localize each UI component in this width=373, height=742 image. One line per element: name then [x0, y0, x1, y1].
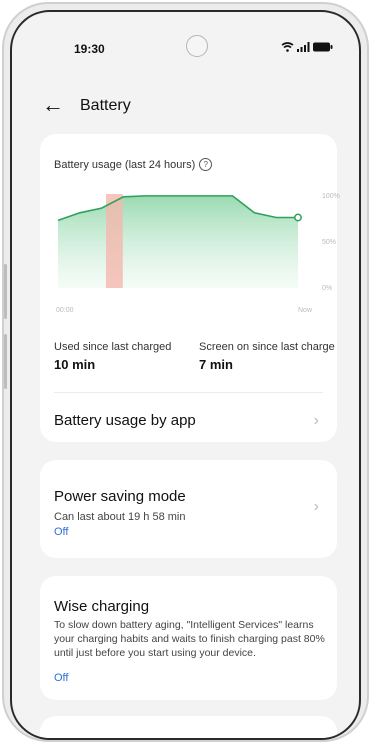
battery-usage-chart: 100% 50% 0% 00:00 Now: [56, 193, 340, 314]
x-tick-label: 00:00: [56, 307, 74, 314]
used-since-stat: Used since last charged 10 min: [54, 340, 194, 372]
y-tick-label: 50%: [322, 239, 336, 246]
top-app-bar: ← Battery: [12, 94, 359, 118]
page-title: Battery: [80, 97, 131, 114]
side-button: [4, 264, 7, 319]
status-icons: [281, 42, 333, 52]
current-level-point: [294, 213, 302, 222]
power-saving-subtitle: Can last about 19 h 58 min: [54, 511, 186, 523]
status-bar: 19:30: [12, 35, 359, 62]
battery-usage-card: Battery usage (last 24 hours) ? 100% 50%…: [40, 134, 340, 442]
used-since-value: 10 min: [54, 357, 96, 372]
wise-charging-state: Off: [54, 672, 69, 684]
power-saving-title: Power saving mode: [54, 488, 186, 505]
battery-icon: [313, 42, 333, 52]
usage-stats: Used since last charged 10 min Screen on…: [54, 340, 335, 390]
wise-charging-card[interactable]: Wise charging To slow down battery aging…: [40, 576, 337, 700]
power-saving-state: Off: [54, 526, 69, 538]
usage-chart-title: Battery usage (last 24 hours): [54, 158, 196, 171]
wifi-icon: [281, 42, 294, 52]
divider: [54, 392, 323, 393]
back-arrow-icon[interactable]: ←: [42, 94, 64, 116]
screen-on-label: Screen on since last charge: [199, 341, 335, 353]
help-icon[interactable]: ?: [199, 158, 213, 171]
chevron-right-icon: ›: [313, 412, 319, 429]
camera-cutout: [186, 35, 208, 57]
usage-by-app-row[interactable]: Battery usage by app ›: [40, 396, 337, 442]
charging-segment: [106, 194, 123, 288]
screen: 19:30 ← Battery Battery usage (last 24 h…: [10, 10, 361, 740]
y-tick-label: 0%: [322, 285, 332, 292]
wise-charging-description: To slow down battery aging, "Intelligent…: [54, 619, 325, 659]
side-button: [4, 334, 7, 389]
status-time: 19:30: [74, 42, 105, 56]
y-tick-label: 100%: [322, 193, 340, 200]
usage-chart-header: Battery usage (last 24 hours) ?: [54, 158, 213, 171]
used-since-label: Used since last charged: [54, 341, 172, 353]
next-settings-card: [40, 716, 337, 738]
screen-on-stat: Screen on since last charge 7 min: [199, 340, 339, 372]
phone-frame: 19:30 ← Battery Battery usage (last 24 h…: [2, 2, 369, 742]
power-saving-card[interactable]: Power saving mode Can last about 19 h 58…: [40, 460, 337, 558]
wise-charging-title: Wise charging: [54, 598, 150, 615]
chevron-right-icon: ›: [313, 498, 319, 515]
usage-by-app-label: Battery usage by app: [54, 412, 196, 429]
signal-icon: [297, 42, 310, 52]
screen-on-value: 7 min: [199, 357, 233, 372]
x-tick-label: Now: [298, 307, 313, 314]
